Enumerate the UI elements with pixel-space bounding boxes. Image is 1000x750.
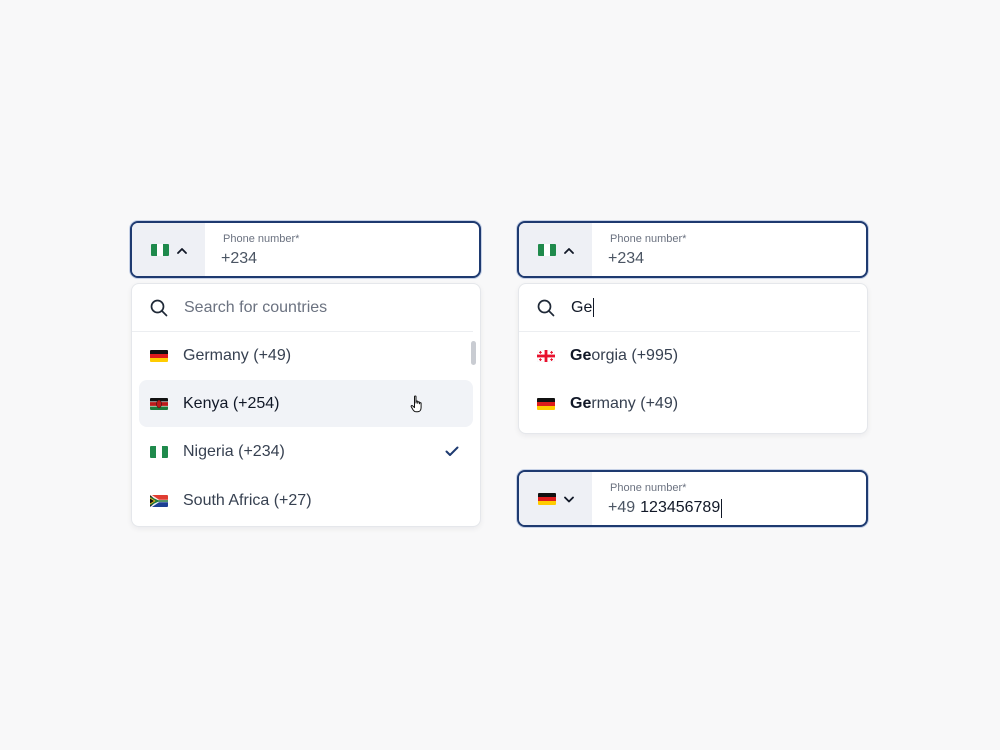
nigeria-flag-icon	[150, 243, 169, 256]
phone-number-input[interactable]: Phone number* +234	[205, 223, 479, 276]
nigeria-flag-icon	[537, 243, 556, 256]
phone-number-input[interactable]: Phone number* +49 123456789	[592, 472, 866, 525]
country-option-kenya[interactable]: Kenya (+254)	[139, 380, 473, 427]
hand-pointer-cursor-icon	[410, 395, 424, 418]
country-search[interactable]: Search for countries	[132, 284, 473, 332]
phone-field-right: Phone number* +234	[517, 221, 868, 278]
field-label: Phone number*	[610, 482, 687, 494]
country-option-germany[interactable]: Germany (+49)	[139, 332, 473, 379]
phone-number-input[interactable]: Phone number* +234	[592, 223, 866, 276]
text-caret	[593, 298, 595, 317]
georgia-flag-icon	[537, 349, 555, 362]
country-option-label: Georgia (+995)	[570, 347, 678, 365]
dial-code-value: +234	[608, 250, 645, 267]
field-label: Phone number*	[610, 233, 687, 245]
country-option-label: Nigeria (+234)	[183, 442, 285, 460]
germany-flag-icon	[537, 397, 555, 410]
search-icon	[150, 299, 168, 317]
country-option-label: Germany (+49)	[570, 395, 678, 413]
phone-field-filled: Phone number* +49 123456789	[517, 470, 868, 527]
country-option-south-africa[interactable]: South Africa (+27)	[139, 477, 473, 524]
match-highlight: Ge	[570, 346, 592, 364]
country-selector-button[interactable]	[519, 472, 592, 525]
search-query: Ge	[571, 298, 593, 316]
country-option-nigeria[interactable]: Nigeria (+234)	[139, 428, 473, 475]
field-label: Phone number*	[223, 233, 300, 245]
germany-flag-icon	[150, 349, 168, 362]
country-option-label: Kenya (+254)	[183, 394, 280, 412]
country-option-label: Germany (+49)	[183, 346, 292, 364]
country-option-germany[interactable]: Germany (+49)	[526, 380, 860, 427]
checkmark-icon	[445, 444, 459, 462]
country-option-label: South Africa (+27)	[183, 491, 312, 509]
germany-flag-icon	[537, 492, 556, 505]
text-caret	[721, 498, 723, 518]
option-rest: rmany (+49)	[591, 394, 679, 412]
search-input[interactable]: Search for countries	[184, 299, 327, 317]
country-selector-button[interactable]	[132, 223, 205, 276]
country-search[interactable]: Ge	[519, 284, 860, 332]
search-icon	[537, 299, 555, 317]
match-highlight: Ge	[570, 394, 592, 412]
dropdown-scrollbar[interactable]	[471, 341, 476, 365]
phone-number-value: +49 123456789	[608, 498, 866, 518]
country-dropdown: Search for countries Germany (+49) Kenya…	[131, 283, 481, 527]
south-africa-flag-icon	[150, 494, 168, 507]
country-dropdown-filtered: Ge Georgia (+995) Germany (+49)	[518, 283, 868, 434]
phone-field-left: Phone number* +234	[130, 221, 481, 278]
search-input[interactable]: Ge	[571, 298, 595, 317]
chevron-down-icon	[563, 490, 574, 508]
kenya-flag-icon	[150, 397, 168, 410]
chevron-up-icon	[176, 241, 187, 259]
country-option-georgia[interactable]: Georgia (+995)	[526, 332, 860, 379]
nigeria-flag-icon	[150, 445, 168, 458]
country-selector-button[interactable]	[519, 223, 592, 276]
entered-number: 123456789	[640, 499, 721, 516]
dial-code-value: +234	[221, 250, 258, 267]
dial-code-prefix: +49	[608, 499, 636, 516]
option-rest: orgia (+995)	[591, 346, 679, 364]
chevron-up-icon	[563, 241, 574, 259]
